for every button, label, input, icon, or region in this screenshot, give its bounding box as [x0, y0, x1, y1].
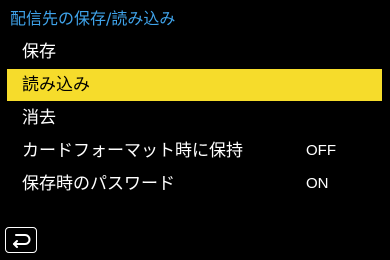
menu-item-load[interactable]: 読み込み [7, 69, 382, 101]
page-title: 配信先の保存/読み込み [10, 9, 176, 28]
menu-item-label: カードフォーマット時に保持 [22, 141, 243, 161]
menu-item-value: ON [306, 175, 329, 192]
menu-item-delete[interactable]: 消去 [0, 102, 390, 134]
menu-item-label: 読み込み [22, 75, 90, 95]
menu-item-save[interactable]: 保存 [0, 36, 390, 68]
menu-item-label: 消去 [22, 108, 56, 128]
menu-item-password-on-save[interactable]: 保存時のパスワード ON [0, 168, 390, 200]
return-arrow-icon [10, 232, 32, 248]
settings-menu: 保存 読み込み 消去 カードフォーマット時に保持 OFF 保存時のパスワード O… [0, 36, 390, 201]
menu-item-value: OFF [306, 142, 336, 159]
camera-menu-screen: 配信先の保存/読み込み 保存 読み込み 消去 カードフォーマット時に保持 OFF… [0, 0, 390, 260]
menu-item-keep-on-card-format[interactable]: カードフォーマット時に保持 OFF [0, 135, 390, 167]
back-button[interactable] [5, 227, 37, 253]
menu-item-label: 保存時のパスワード [22, 174, 175, 194]
menu-item-label: 保存 [22, 42, 56, 62]
